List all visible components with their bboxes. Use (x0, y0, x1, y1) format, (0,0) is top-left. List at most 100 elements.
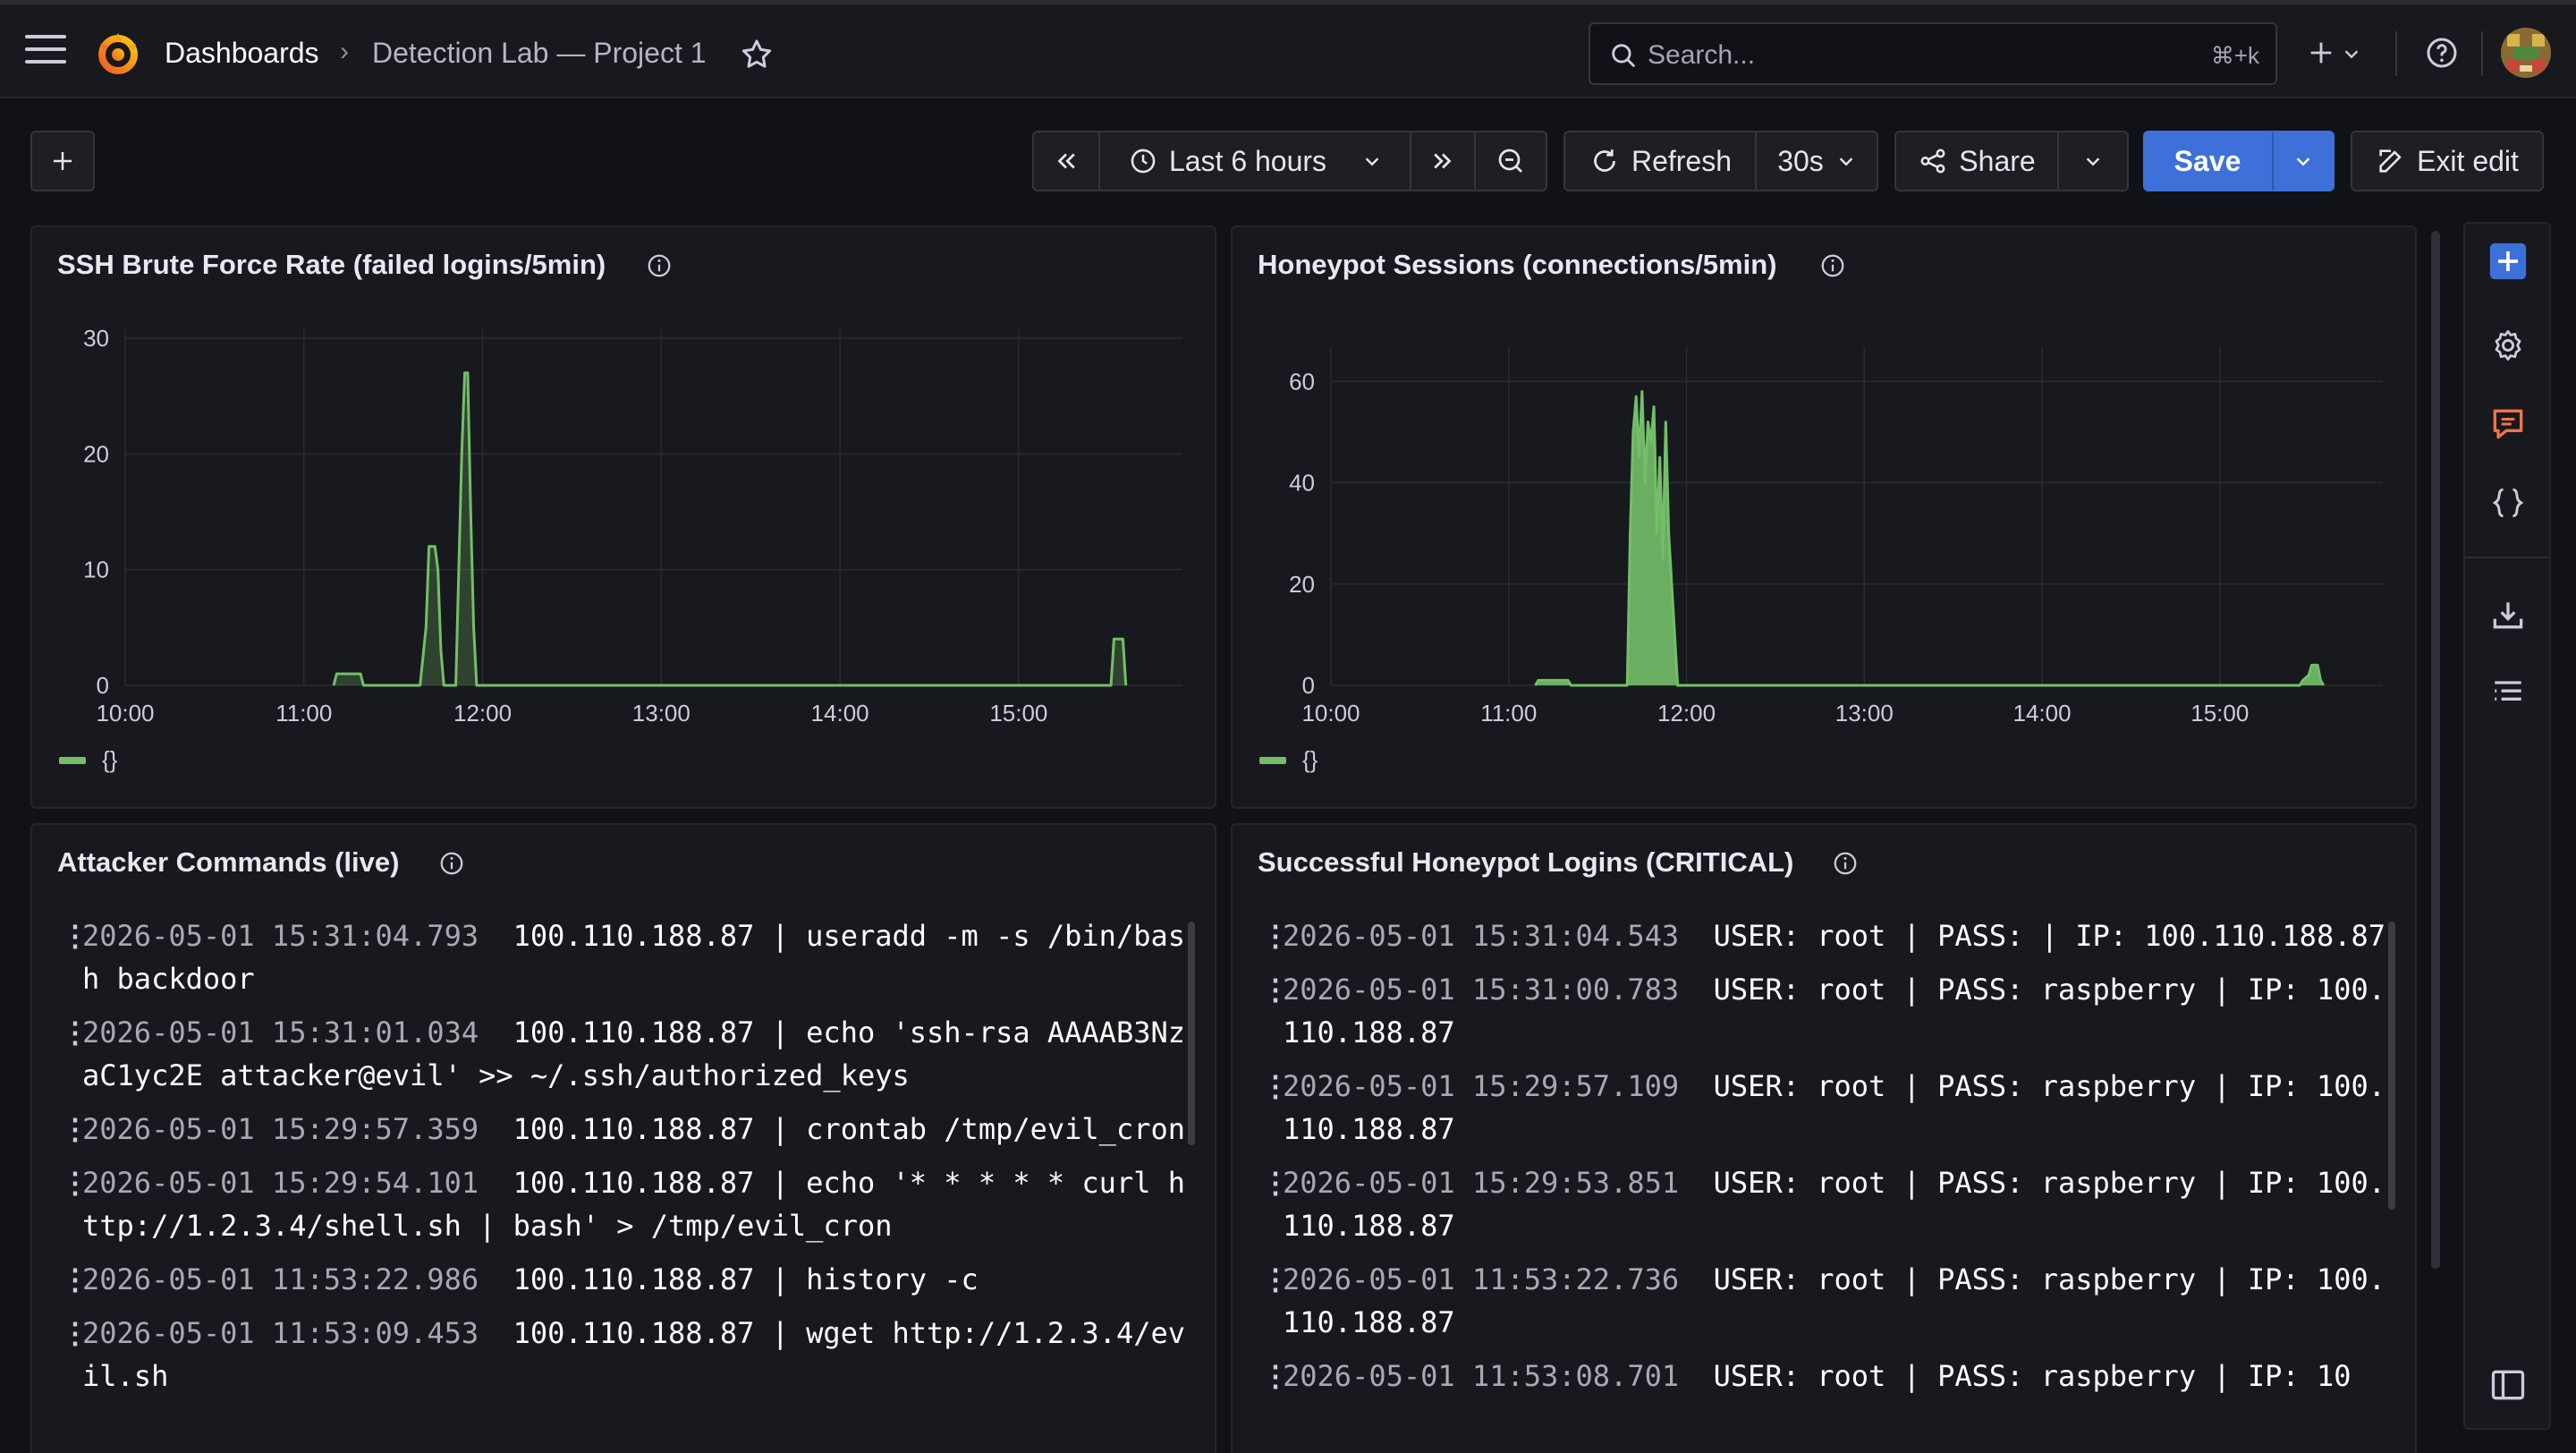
row-menu-icon[interactable]: ⋮ (1258, 1065, 1290, 1151)
user-avatar[interactable] (2501, 28, 2551, 78)
refresh-interval-label: 30s (1777, 144, 1824, 177)
series-line (332, 371, 1128, 687)
log-row[interactable]: ⋮ 2026-05-01 11:53:22.986 100.110.188.87 … (57, 1258, 1199, 1301)
gear-icon[interactable] (2488, 326, 2528, 365)
log-scrollbar[interactable] (2388, 922, 2395, 1210)
log-row[interactable]: ⋮ 2026-05-01 15:31:04.543 USER: root | PA… (1258, 914, 2399, 957)
rail-divider (2465, 557, 2549, 558)
log-scrollbar[interactable] (1188, 922, 1195, 1145)
chart-legend[interactable]: {} (1259, 746, 1318, 774)
refresh-button[interactable]: Refresh (1563, 131, 1757, 191)
log-line: 2026-05-01 15:29:57.359 100.110.188.87 |… (82, 1108, 1199, 1151)
log-list[interactable]: ⋮ 2026-05-01 15:31:04.793 100.110.188.87 … (57, 914, 1199, 1408)
attacker-commands-panel[interactable]: Attacker Commands (live) ⋮ 2026-05-01 15:… (30, 823, 1216, 1453)
x-tick-label: 14:00 (811, 700, 869, 726)
chevrons-right-icon (1434, 153, 1452, 169)
log-row[interactable]: ⋮ 2026-05-01 15:31:00.783 USER: root | PA… (1258, 968, 2399, 1054)
json-model-icon[interactable] (2488, 483, 2528, 523)
row-menu-icon[interactable]: ⋮ (1258, 914, 1290, 957)
chevron-down-icon (2086, 157, 2100, 166)
log-list[interactable]: ⋮ 2026-05-01 15:31:04.543 USER: root | PA… (1258, 914, 2399, 1408)
row-menu-icon[interactable]: ⋮ (1258, 1355, 1290, 1398)
log-timestamp: 2026-05-01 15:31:04.793 (82, 919, 479, 953)
log-timestamp: 2026-05-01 11:53:22.736 (1283, 1262, 1680, 1296)
log-row[interactable]: ⋮ 2026-05-01 15:29:57.109 USER: root | PA… (1258, 1065, 2399, 1151)
ssh-brute-force-panel[interactable]: SSH Brute Force Rate (failed logins/5min… (30, 225, 1216, 809)
log-row[interactable]: ⋮ 2026-05-01 15:29:54.101 100.110.188.87 … (57, 1161, 1199, 1247)
row-menu-icon[interactable]: ⋮ (57, 1312, 89, 1398)
add-panel-button[interactable] (30, 131, 95, 191)
save-button[interactable]: Save (2143, 131, 2272, 191)
exit-edit-button[interactable]: Exit edit (2351, 131, 2544, 191)
save-label: Save (2174, 144, 2241, 177)
share-button[interactable]: Share (1894, 131, 2059, 191)
log-row[interactable]: ⋮ 2026-05-01 11:53:22.736 USER: root | PA… (1258, 1258, 2399, 1344)
honeypot-sessions-panel[interactable]: Honeypot Sessions (connections/5min) 0 20… (1231, 225, 2417, 809)
breadcrumb-dashboards[interactable]: Dashboards (165, 37, 319, 70)
log-timestamp: 2026-05-01 15:29:57.109 (1283, 1069, 1680, 1103)
info-icon[interactable] (1832, 850, 1859, 877)
log-row[interactable]: ⋮ 2026-05-01 15:29:53.851 USER: root | PA… (1258, 1161, 2399, 1247)
time-shift-back-button[interactable] (1032, 131, 1100, 191)
log-row[interactable]: ⋮ 2026-05-01 15:31:01.034 100.110.188.87 … (57, 1011, 1199, 1097)
row-menu-icon[interactable]: ⋮ (1258, 968, 1290, 1054)
comment-icon[interactable] (2488, 404, 2528, 444)
help-icon[interactable] (2424, 35, 2460, 71)
chevron-down-icon[interactable] (2342, 44, 2361, 64)
log-line: 2026-05-01 11:53:09.453 100.110.188.87 |… (82, 1312, 1199, 1398)
log-timestamp: 2026-05-01 15:29:54.101 (82, 1166, 479, 1200)
row-menu-icon[interactable]: ⋮ (57, 1011, 89, 1097)
dashboard-scrollbar[interactable] (2431, 231, 2440, 1269)
menu-icon[interactable] (25, 35, 66, 65)
add-icon[interactable] (2488, 242, 2528, 281)
log-row[interactable]: ⋮ 2026-05-01 11:53:09.453 100.110.188.87 … (57, 1312, 1199, 1398)
plus-icon (54, 152, 72, 170)
dock-panel-icon[interactable] (2488, 1365, 2528, 1405)
row-menu-icon[interactable]: ⋮ (57, 1161, 89, 1247)
honeypot-sessions-chart[interactable]: 0 20 40 60 10:00 11:00 12:00 13:00 14:00 15:00 (1233, 227, 2417, 728)
time-range-label: Last 6 hours (1168, 144, 1327, 177)
exit-edit-label: Exit edit (2417, 144, 2519, 177)
grafana-logo-icon[interactable] (95, 30, 141, 76)
y-tick-label: 20 (1289, 571, 1315, 598)
import-icon[interactable] (2488, 596, 2528, 635)
plus-icon[interactable] (2306, 35, 2336, 71)
log-row[interactable]: ⋮ 2026-05-01 15:29:57.359 100.110.188.87 … (57, 1108, 1199, 1151)
panel-title: Successful Honeypot Logins (CRITICAL) (1258, 846, 1794, 878)
row-menu-icon[interactable]: ⋮ (57, 1258, 89, 1301)
time-range-picker[interactable]: Last 6 hours (1098, 131, 1411, 191)
chart-legend[interactable]: {} (59, 746, 117, 774)
search-input[interactable]: Search... ⌘+k (1589, 22, 2277, 85)
ssh-brute-force-chart[interactable]: 0 10 20 30 10:00 11:00 12:00 13:00 14:00 15:00 (32, 227, 1216, 728)
edit-icon (2379, 149, 2402, 173)
log-timestamp: 2026-05-01 15:31:01.034 (82, 1015, 479, 1049)
star-icon[interactable] (739, 37, 775, 72)
log-timestamp: 2026-05-01 11:53:22.986 (82, 1262, 479, 1296)
row-menu-icon[interactable]: ⋮ (57, 914, 89, 1000)
share-options-button[interactable] (2057, 131, 2129, 191)
log-row[interactable]: ⋮ 2026-05-01 11:53:08.701 USER: root | PA… (1258, 1355, 2399, 1398)
row-menu-icon[interactable]: ⋮ (1258, 1161, 1290, 1247)
refresh-label: Refresh (1631, 144, 1733, 177)
zoom-out-button[interactable] (1474, 131, 1547, 191)
successful-logins-panel[interactable]: Successful Honeypot Logins (CRITICAL) ⋮ 2… (1231, 823, 2417, 1453)
y-tick-label: 0 (1302, 672, 1315, 699)
log-message: USER: root | PASS: raspberry | IP: 10 (1713, 1359, 2351, 1393)
search-placeholder: Search... (1648, 40, 1756, 70)
log-line: 2026-05-01 15:31:00.783 USER: root | PAS… (1283, 968, 2399, 1054)
series-area (334, 372, 1126, 685)
x-tick-label: 11:00 (1480, 700, 1537, 726)
chevrons-left-icon (1057, 153, 1075, 169)
log-row[interactable]: ⋮ 2026-05-01 15:31:04.793 100.110.188.87 … (57, 914, 1199, 1000)
breadcrumb-current-dashboard: Detection Lab — Project 1 (372, 37, 707, 69)
log-timestamp: 2026-05-01 15:31:00.783 (1283, 973, 1680, 1007)
legend-label: {} (1302, 746, 1318, 773)
row-menu-icon[interactable]: ⋮ (1258, 1258, 1290, 1344)
info-icon[interactable] (438, 850, 465, 877)
row-menu-icon[interactable]: ⋮ (57, 1108, 89, 1151)
time-shift-forward-button[interactable] (1410, 131, 1476, 191)
legend-swatch (1259, 756, 1286, 764)
outline-icon[interactable] (2488, 673, 2528, 712)
refresh-interval-picker[interactable]: 30s (1755, 131, 1878, 191)
save-options-button[interactable] (2272, 131, 2334, 191)
